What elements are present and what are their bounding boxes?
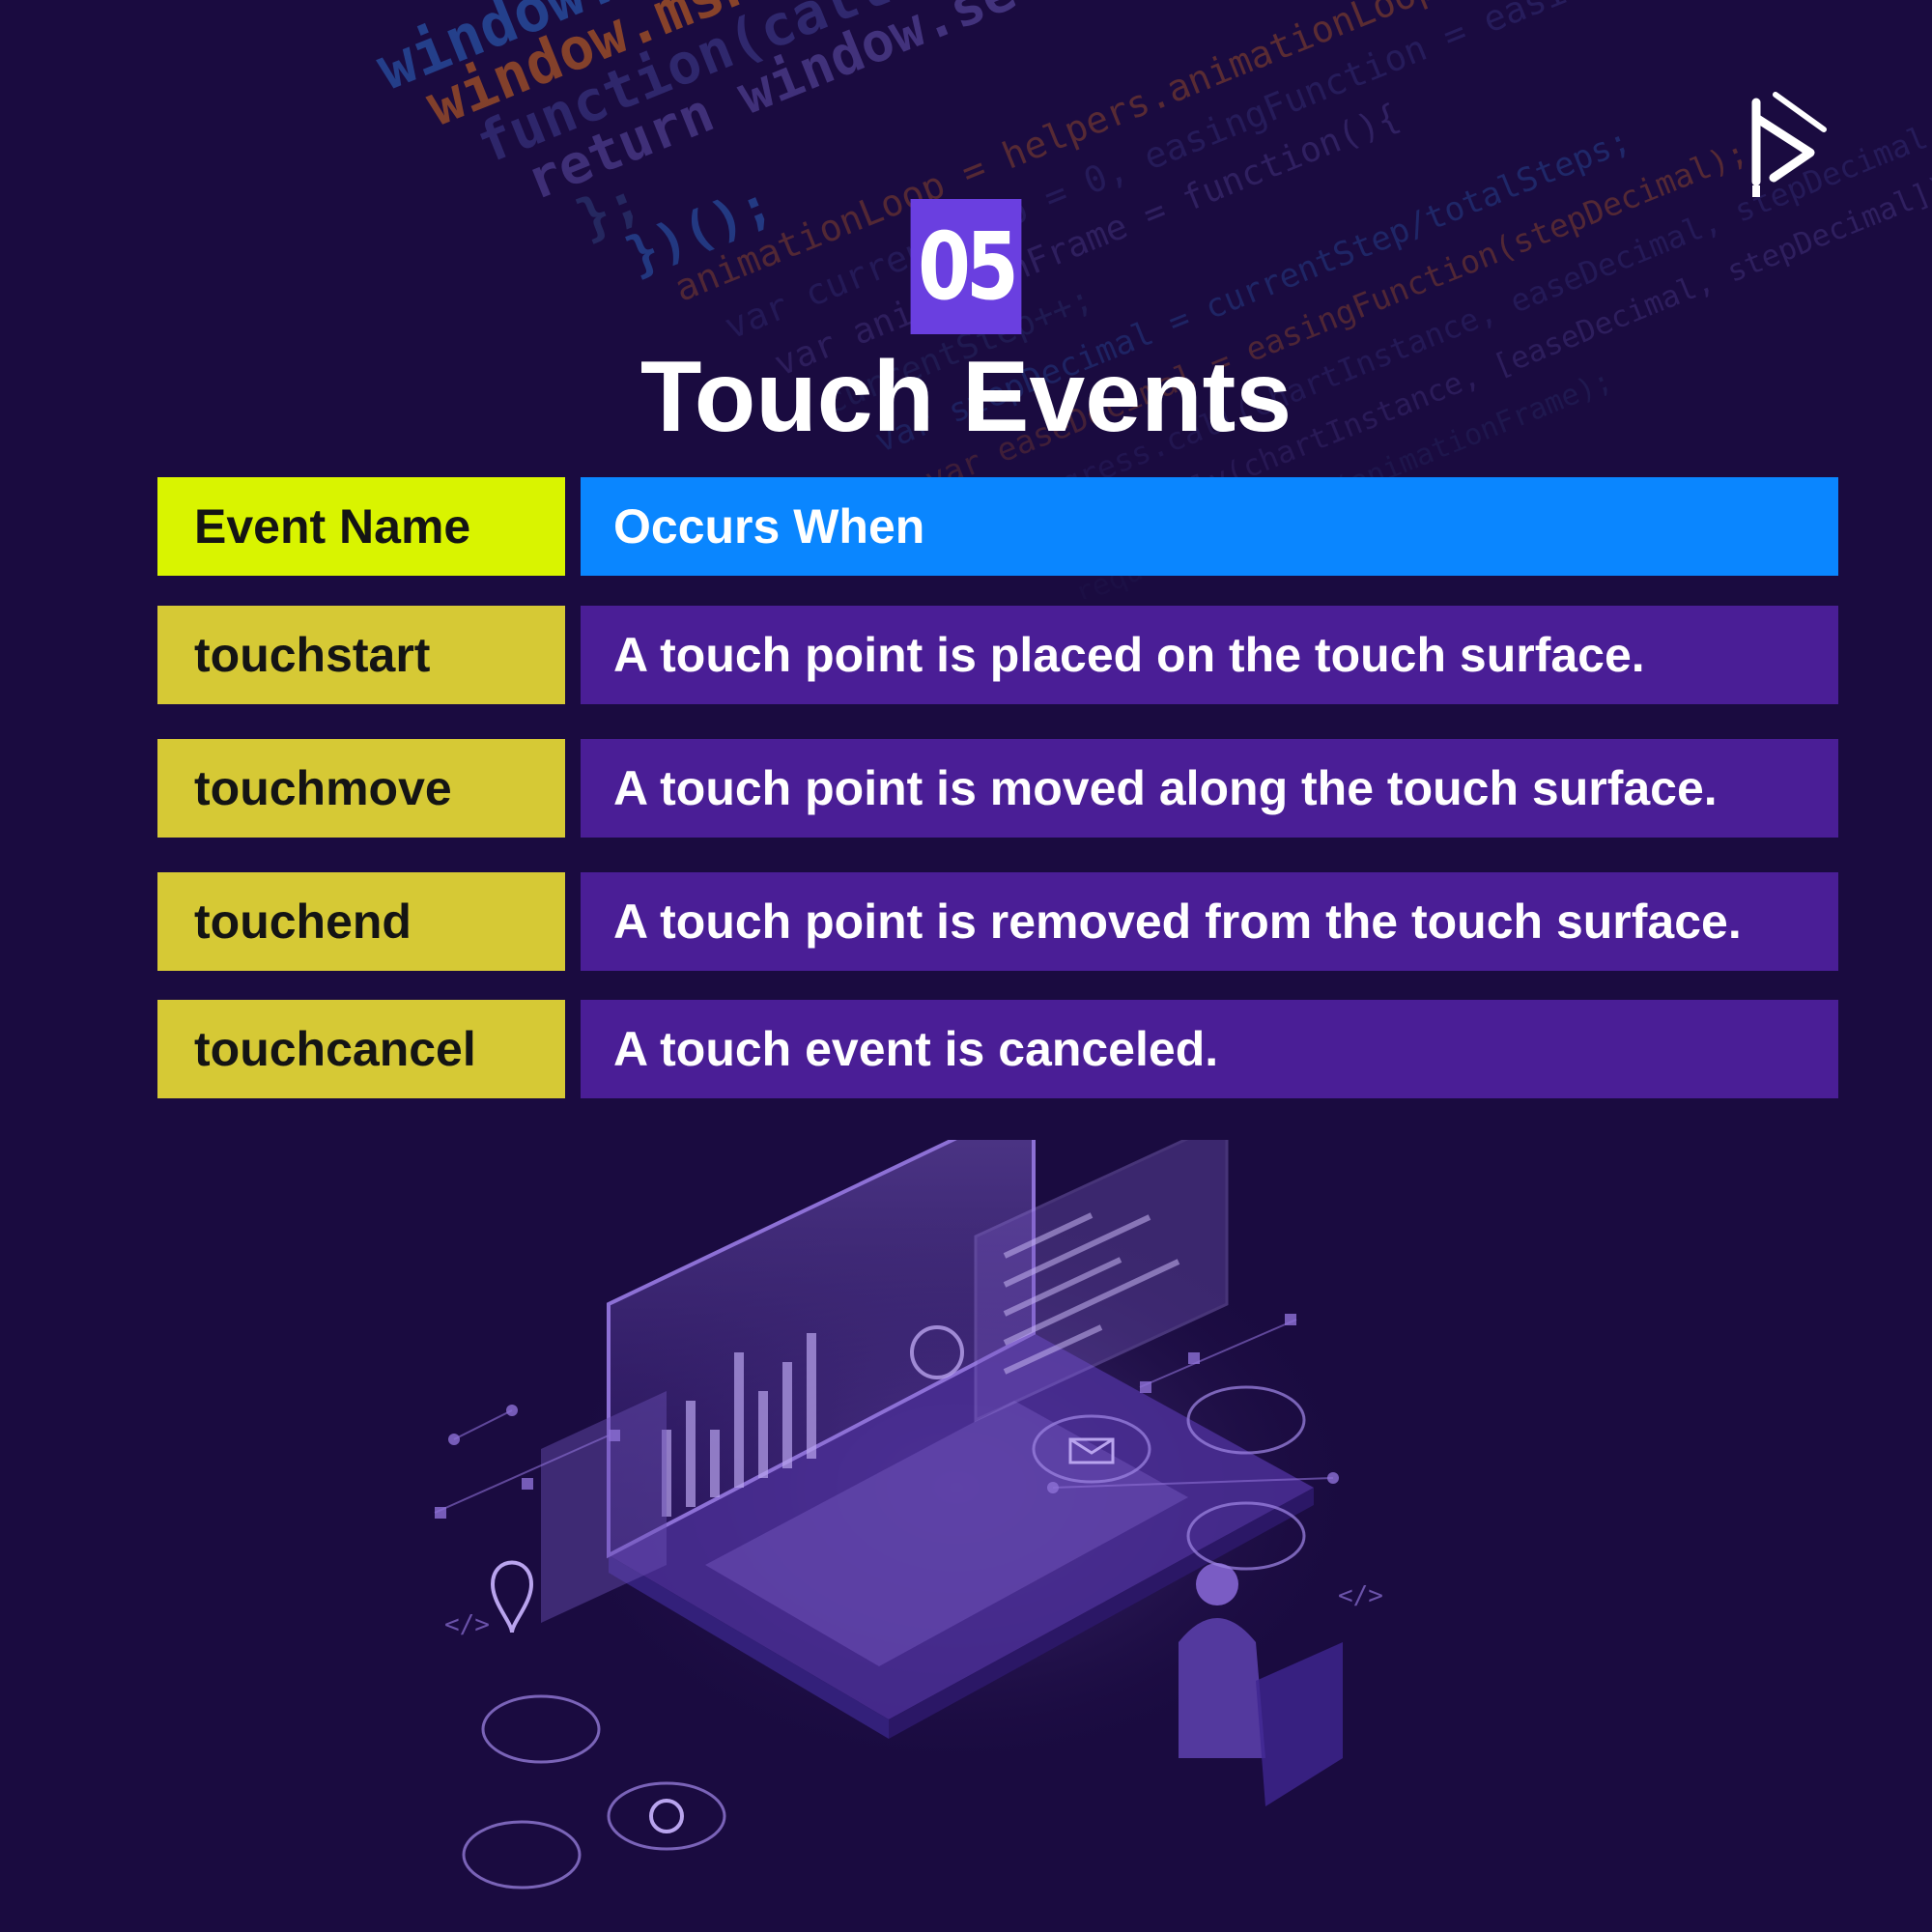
svg-text:</>: </> (444, 1610, 490, 1639)
play-logo-icon (1751, 92, 1827, 197)
event-name-cell: touchmove (157, 739, 565, 838)
event-name-cell: touchend (157, 872, 565, 971)
laptop-developer-illustration: </> </> (434, 1140, 1383, 1889)
table-row: touchend A touch point is removed from t… (157, 872, 1838, 971)
slide-number-badge: 05 (910, 199, 1022, 334)
event-description-cell: A touch point is moved along the touch s… (581, 739, 1838, 838)
event-description-cell: A touch point is removed from the touch … (581, 872, 1838, 971)
svg-text:</>: </> (1338, 1581, 1383, 1610)
table-row: touchmove A touch point is moved along t… (157, 739, 1838, 838)
event-description-cell: A touch event is canceled. (581, 1000, 1838, 1098)
header-event-name: Event Name (157, 477, 565, 576)
table-row: touchstart A touch point is placed on th… (157, 606, 1838, 704)
event-name-cell: touchstart (157, 606, 565, 704)
table-row: touchcancel A touch event is canceled. (157, 1000, 1838, 1098)
page-title: Touch Events (639, 341, 1293, 453)
table-header-row: Event Name Occurs When (157, 477, 1838, 576)
header-occurs-when: Occurs When (581, 477, 1838, 576)
event-description-cell: A touch point is placed on the touch sur… (581, 606, 1838, 704)
event-name-cell: touchcancel (157, 1000, 565, 1098)
